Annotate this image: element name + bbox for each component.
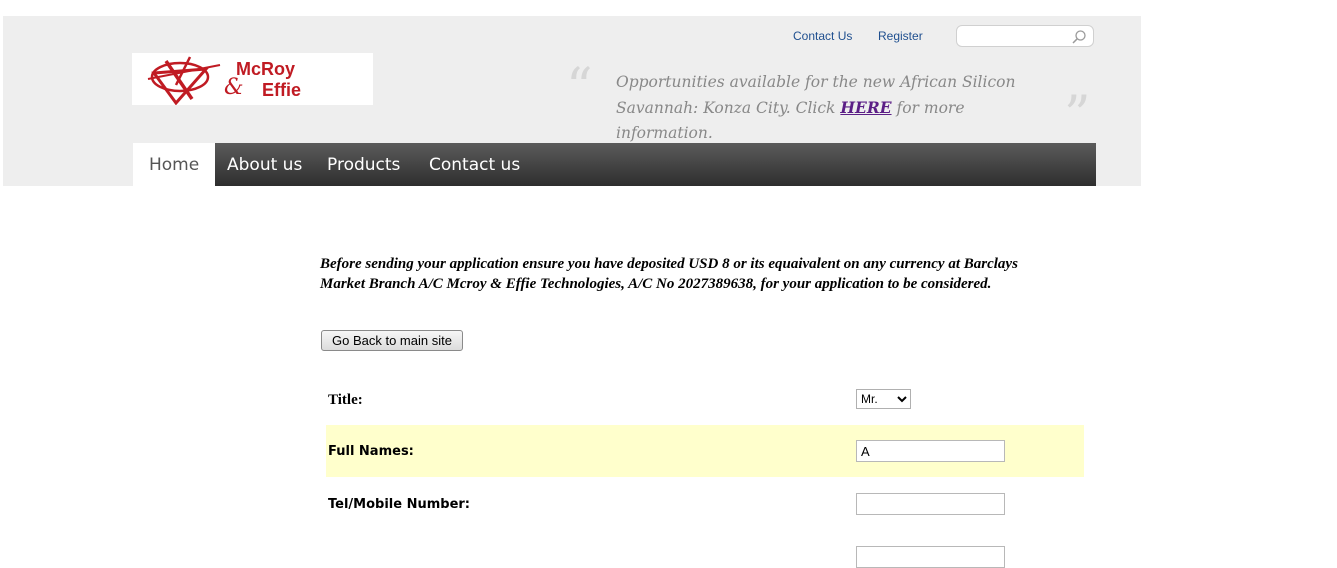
nav-contact-us[interactable]: Contact us [429,143,520,186]
promo-here-link[interactable]: HERE [840,98,891,117]
search-box[interactable] [956,25,1094,47]
go-back-button[interactable]: Go Back to main site [321,330,463,351]
search-icon[interactable] [1071,29,1087,45]
close-quote-icon: ” [1064,86,1091,146]
nav-home[interactable]: Home [133,143,216,186]
contact-us-link[interactable]: Contact Us [793,29,852,43]
register-link[interactable]: Register [878,29,923,43]
full-names-label: Full Names: [328,444,414,459]
open-quote-icon: “ [566,58,593,118]
logo-mark-icon [147,56,221,105]
tel-input[interactable] [856,493,1005,515]
logo[interactable]: McRoy & Effie [132,53,373,105]
logo-text-effie: Effie [262,80,302,100]
form-row-title: Title: [326,389,1084,411]
deposit-notice: Before sending your application ensure y… [320,256,1018,292]
title-label: Title: [328,392,363,408]
tel-label: Tel/Mobile Number: [328,497,471,512]
main-nav: Home About us Products Contact us [133,143,1096,186]
search-input[interactable] [963,28,1071,46]
nav-products[interactable]: Products [327,143,400,186]
promo-text: Opportunities available for the new Afri… [616,73,1016,142]
full-names-input[interactable] [856,440,1005,462]
nav-about-us[interactable]: About us [227,143,302,186]
next-field-input[interactable] [856,546,1005,568]
logo-text-amp: & [224,75,244,100]
logo-text-mcroy: McRoy [236,59,296,79]
title-select[interactable]: Mr. [856,389,911,409]
